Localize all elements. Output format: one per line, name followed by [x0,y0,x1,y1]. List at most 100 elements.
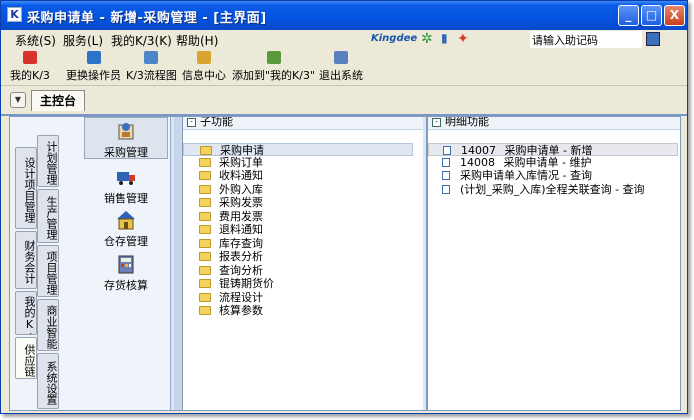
detail-item-request-new[interactable]: 14007 采购申请单 - 新增 [428,143,678,157]
detail-function-header: - 明细功能 [428,117,680,130]
folder-icon [199,293,211,302]
vtab-bi[interactable]: 商业智能 [37,299,59,351]
detail-item-inbound-query[interactable]: 采购申请单入库情况 - 查询 [428,169,678,182]
detail-name: (计划_采购_入库)全程关联查询 - 查询 [460,183,645,196]
sub-item-inventory-query[interactable]: 库存查询 [183,237,413,250]
folder-icon [199,239,211,248]
sub-item-label: 锟铸期货价 [219,277,274,290]
title-bar[interactable]: K 采购申请单 - 新增-采购管理 - [主界面] _ □ X [1,1,687,30]
vtab-project[interactable]: 项目管理 [37,245,59,297]
toolbar-label: 退出系统 [319,69,363,82]
sub-item-process-design[interactable]: 流程设计 [183,291,413,304]
users-icon [86,51,101,64]
sub-item-expense-invoice[interactable]: 费用发票 [183,210,413,223]
module-label: 采购管理 [104,146,148,159]
menu-help[interactable]: 帮助(H) [176,32,218,49]
figure-icon: ✲ [421,31,433,47]
sub-item-label: 流程设计 [219,291,263,304]
minimize-button[interactable]: _ [618,5,639,26]
toolbar: 我的K/3 更换操作员 K/3流程图 信息中心 添加到"我的K/3" 退出系统 [1,49,687,86]
toolbar-info-center-button[interactable]: 信息中心 [182,51,226,83]
phone-icon: ▮ [441,31,448,45]
folder-icon [199,225,211,234]
detail-item-linked-query[interactable]: (计划_采购_入库)全程关联查询 - 查询 [428,183,678,196]
vtab-finance[interactable]: 财务会计 [15,231,37,289]
sub-item-label: 采购订单 [219,156,263,169]
sub-item-label: 费用发票 [219,210,263,223]
flowchart-icon [144,51,159,64]
sub-item-return-notice[interactable]: 退料通知 [183,223,413,236]
sub-item-futures-price[interactable]: 锟铸期货价 [183,277,413,290]
menu-my-k3[interactable]: 我的K/3(K) [111,32,172,49]
sub-function-panel: - 子功能 采购申请 采购订单 收料通知 外购入库 采购发票 费用发票 退料通知 … [182,117,423,410]
sub-item-label: 外购入库 [219,183,263,196]
module-sales[interactable]: 销售管理 [84,167,168,206]
menu-system[interactable]: 系统(S) [15,32,56,49]
vtab-my-k3[interactable]: 我的K/3 [15,291,37,335]
sub-item-purchase-invoice[interactable]: 采购发票 [183,196,413,209]
app-logo-icon: K [7,7,22,22]
vtab-design-project[interactable]: 设计项目管理 [15,147,37,229]
sub-item-label: 退料通知 [219,223,263,236]
detail-name: 采购申请单 - 维护 [503,156,592,169]
detail-function-panel: - 明细功能 14007 采购申请单 - 新增 14008 采购申请单 - 维护 … [426,117,680,410]
sub-item-report-analysis[interactable]: 报表分析 [183,250,413,263]
detail-function-header-label: 明细功能 [445,117,489,128]
panel-splitter[interactable] [174,117,182,410]
folder-icon [199,279,211,288]
document-icon [442,158,450,167]
sub-item-purchase-request[interactable]: 采购申请 [183,143,413,157]
folder-icon [199,266,211,275]
module-label: 销售管理 [104,192,148,205]
sub-item-label: 库存查询 [219,237,263,250]
toolbar-my-k3-button[interactable]: 我的K/3 [10,51,50,83]
vtab-supply-chain[interactable]: 供应链 [15,337,37,379]
toolbar-flowchart-button[interactable]: K/3流程图 [126,51,177,83]
document-icon [442,171,450,180]
module-warehouse[interactable]: 仓存管理 [84,210,168,249]
module-list: 采购管理 销售管理 仓存管理 存货核算 [84,117,168,410]
sub-item-label: 报表分析 [219,250,263,263]
sub-item-purchase-inbound[interactable]: 外购入库 [183,183,413,196]
detail-item-request-maintain[interactable]: 14008 采购申请单 - 维护 [428,156,678,169]
toolbar-exit-button[interactable]: 退出系统 [319,51,363,83]
maximize-button[interactable]: □ [641,5,662,26]
content-area: 设计项目管理 财务会计 我的K/3 供应链 计划管理 生产管理 项目管理 商业智… [9,116,681,411]
vtab-production[interactable]: 生产管理 [37,189,59,243]
chevron-down-icon[interactable]: ▼ [10,92,26,108]
sub-item-query-analysis[interactable]: 查询分析 [183,264,413,277]
vtab-plan[interactable]: 计划管理 [37,135,59,187]
sub-item-receipt-notice[interactable]: 收料通知 [183,169,413,182]
assist-code-input[interactable] [530,31,642,48]
collapse-icon[interactable]: - [187,118,196,127]
add-icon [266,51,281,64]
menu-service[interactable]: 服务(L) [63,32,103,49]
module-purchase[interactable]: 采购管理 [84,117,168,159]
sub-item-label: 核算参数 [219,304,263,317]
close-button[interactable]: X [664,5,685,26]
sub-item-label: 采购发票 [219,196,263,209]
assist-go-button[interactable] [646,32,660,46]
star-icon [22,51,37,64]
toolbar-switch-operator-button[interactable]: 更换操作员 [66,51,121,83]
star-logo-icon: ✦ [457,31,469,47]
folder-icon [199,252,211,261]
main-window: K 采购申请单 - 新增-采购管理 - [主界面] _ □ X 系统(S) 服务… [0,0,688,414]
toolbar-add-to-my-k3-button[interactable]: 添加到"我的K/3" [232,51,315,83]
message-icon [197,51,211,64]
sub-item-purchase-order[interactable]: 采购订单 [183,156,413,169]
folder-icon [199,185,211,194]
sub-function-header: - 子功能 [183,117,423,130]
navigation-panel: 设计项目管理 财务会计 我的K/3 供应链 计划管理 生产管理 项目管理 商业智… [10,117,171,410]
sub-item-accounting-params[interactable]: 核算参数 [183,304,413,317]
module-label: 仓存管理 [104,235,148,248]
truck-icon [117,172,135,185]
module-inventory-accounting[interactable]: 存货核算 [84,254,168,293]
tab-main-console[interactable]: 主控台 [31,90,86,111]
tab-strip: ▼ 主控台 [1,86,687,116]
folder-icon [199,306,211,315]
vtab-settings[interactable]: 系统设置 [37,353,59,409]
collapse-icon[interactable]: - [432,118,441,127]
window-title: 采购申请单 - 新增-采购管理 - [主界面] [27,11,267,26]
folder-icon [199,212,211,221]
